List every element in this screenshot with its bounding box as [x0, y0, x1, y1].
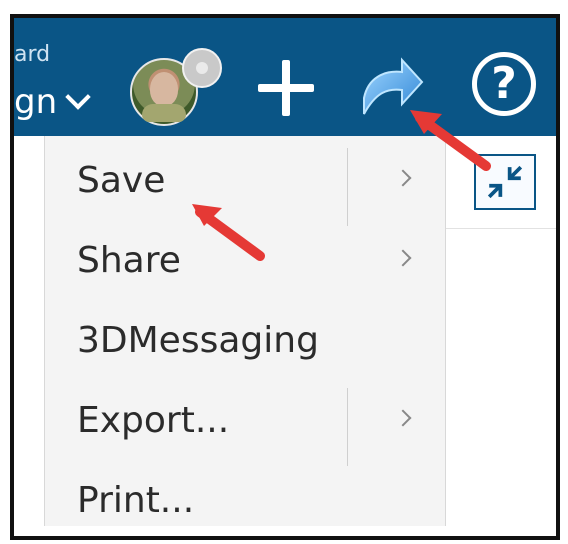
status-indicator-icon [182, 48, 222, 88]
menu-item-3dmessaging[interactable]: 3DMessaging [45, 308, 445, 386]
chevron-right-icon [394, 249, 412, 267]
menu-item-label: Share [77, 240, 181, 281]
top-bar: ard gn ? [14, 18, 556, 136]
menu-item-export[interactable]: Export... [45, 388, 445, 466]
menu-item-share[interactable]: Share [45, 228, 445, 306]
app-title-small: ard [14, 42, 51, 67]
menu-separator [347, 148, 348, 226]
avatar-shirt [142, 104, 186, 122]
menu-item-label: 3DMessaging [77, 320, 319, 361]
app-title-main[interactable]: gn [14, 82, 91, 122]
menu-item-label: Print... [77, 480, 195, 521]
menu-separator [347, 388, 348, 466]
share-arrow-icon[interactable] [356, 54, 428, 124]
context-menu: Save Share 3DMessaging Export... Print..… [44, 136, 446, 526]
menu-item-label: Save [77, 160, 166, 201]
menu-item-label: Export... [77, 400, 230, 441]
chevron-right-icon [394, 409, 412, 427]
menu-item-print[interactable]: Print... [45, 468, 445, 536]
menu-item-save[interactable]: Save [45, 148, 445, 226]
screenshot-frame: ard gn ? Save Share 3DMessaging Export..… [10, 14, 560, 540]
help-icon[interactable]: ? [472, 52, 536, 116]
app-title-text: gn [14, 82, 58, 122]
add-icon[interactable] [258, 60, 314, 116]
chevron-right-icon [394, 169, 412, 187]
minimize-icon[interactable] [474, 154, 536, 210]
chevron-down-icon [65, 84, 91, 110]
avatar-face [150, 72, 178, 106]
